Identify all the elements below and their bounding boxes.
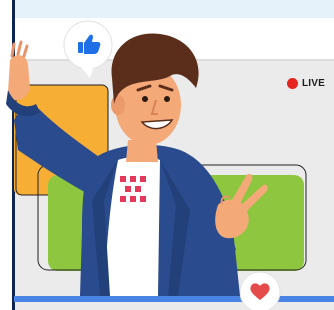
live-stream-illustration: LIVE: [0, 0, 334, 310]
live-label: LIVE: [302, 78, 326, 89]
live-indicator-dot: [287, 78, 298, 89]
streamer-scene: [0, 0, 334, 310]
heart-bubble: [239, 271, 281, 310]
top-band: [14, 0, 334, 18]
bottom-bar: [14, 296, 334, 302]
live-badge: LIVE: [287, 78, 325, 89]
